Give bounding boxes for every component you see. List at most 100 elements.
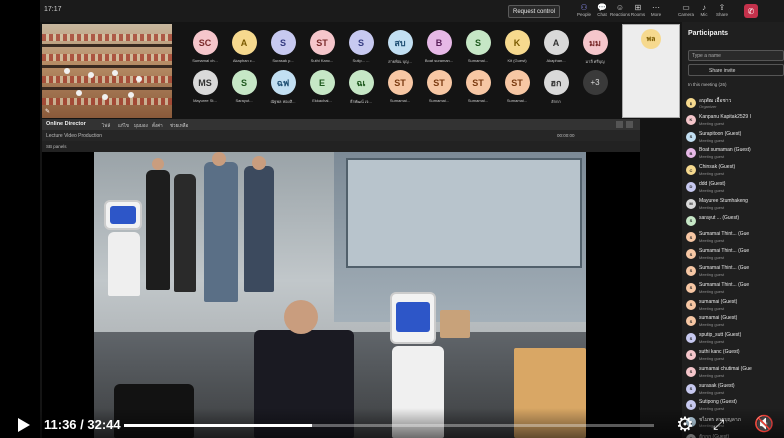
participant-tile[interactable]: MS Mayuree St...: [186, 70, 224, 108]
participant-tile[interactable]: ฉฟ ณัฐพล ฟองสิ...: [264, 70, 302, 108]
minimize-icon[interactable]: [616, 121, 623, 128]
avatar: B: [426, 30, 452, 55]
participant-tile[interactable]: K Kit (Guest): [498, 30, 536, 68]
participant-list-item[interactable]: B Boat sumaman (Guest) Meeting guest: [686, 146, 784, 163]
playback-time: 11:36 / 32:44: [44, 417, 121, 432]
avatar: D: [686, 181, 696, 192]
toolbar-label: People: [576, 12, 591, 17]
video-stage[interactable]: [42, 152, 640, 438]
participant-list-item[interactable]: Dddd (Guest) Meeting guest: [686, 180, 784, 197]
participant-tile[interactable]: ฉเ ธีรพัฒน์ เจ...: [342, 70, 380, 108]
avatar: A: [231, 30, 257, 55]
participant-role: Meeting guest: [699, 389, 725, 395]
participant-tile[interactable]: ST Suthi Kanc...: [303, 30, 341, 68]
avatar: ST: [387, 70, 413, 95]
participant-tile[interactable]: สบ สายพิณ บุญ...: [381, 30, 419, 68]
participant-role: Meeting guest: [699, 137, 725, 143]
participant-name: Suthi Kanc...: [310, 58, 334, 63]
meeting-section-header[interactable]: In this meeting (26): [688, 82, 727, 87]
participant-list-item[interactable]: Ssurasak (Guest) Meeting guest: [686, 382, 784, 399]
toolbar-label: Share: [715, 12, 728, 17]
participant-tile[interactable]: ฮก ฮักกก: [537, 70, 575, 108]
menu-help[interactable]: ช่วยเหลือ: [170, 122, 188, 129]
shared-window-subbar: Lecture Video Production 00:00:00: [42, 130, 640, 141]
avatar: K: [686, 114, 696, 125]
participant-tile[interactable]: E Ekkachai...: [303, 70, 341, 108]
toolbar-people-button[interactable]: ⚇ People: [574, 3, 594, 17]
participant-tile[interactable]: ST Sumamai...: [381, 70, 419, 108]
participant-tile[interactable]: S Sarayut...: [225, 70, 263, 108]
participant-list-item[interactable]: S Sumamai Thint... (Gue Meeting guest: [686, 264, 784, 281]
participant-tile[interactable]: B Boat suraman...: [420, 30, 458, 68]
participant-list-item[interactable]: K Kanpanu Kapitak2529 I Meeting guest: [686, 113, 784, 130]
progress-bar[interactable]: [124, 424, 654, 427]
participant-tile[interactable]: ST Sumamai...: [459, 70, 497, 108]
close-icon[interactable]: [626, 121, 633, 128]
main-video-tile[interactable]: ✎: [42, 24, 172, 118]
participant-tile[interactable]: S Surasak p...: [264, 30, 302, 68]
participant-role: Meeting guest: [699, 288, 725, 294]
toolbar-share-button[interactable]: ⇪ Share: [712, 3, 732, 17]
participant-list-item[interactable]: M Mayuree Stumhakeng Meeting guest: [686, 197, 784, 214]
participant-role: Meeting guest: [699, 120, 725, 126]
avatar: S: [270, 30, 296, 55]
participant-tile[interactable]: A Akaphan...: [537, 30, 575, 68]
camera-icon: ▭: [682, 3, 690, 12]
participant-name: Kit (Guest): [507, 58, 527, 63]
participant-list-item[interactable]: Ssumamai chutimai (Gue Meeting guest: [686, 365, 784, 382]
reactions-icon: ☺: [615, 3, 625, 12]
participant-tile[interactable]: SC Sumamai ch...: [186, 30, 224, 68]
participant-tile[interactable]: มม มาลี ศรีบุญ: [576, 30, 614, 68]
participant-list-item[interactable]: Ssarayut ... (Guest): [686, 214, 784, 231]
more-participants-button[interactable]: +3: [576, 70, 614, 108]
fullscreen-icon[interactable]: ⤢: [713, 416, 724, 433]
participant-list-item[interactable]: ออนุพัฒ เอื้อชาว Organizer: [686, 96, 784, 113]
participant-list-item[interactable]: S Sumamai Thint... (Gue Meeting guest: [686, 247, 784, 264]
participant-list-item[interactable]: Ssumamai (Guest) Meeting guest: [686, 314, 784, 331]
participant-list-item[interactable]: Ssputip_sutt (Guest) Meeting guest: [686, 331, 784, 348]
participant-name: sumamai (Guest): [699, 298, 738, 305]
menu-edit[interactable]: แก้ไข: [118, 122, 129, 129]
play-icon[interactable]: [18, 418, 30, 432]
participant-list-item[interactable]: S Sumamai Thint... (Gue Meeting guest: [686, 281, 784, 298]
participant-list-item[interactable]: S Surapitoon (Guest) Meeting guest: [686, 130, 784, 147]
request-control-button[interactable]: Request control: [508, 5, 560, 18]
toolbar-label: More: [650, 12, 662, 17]
participant-name: sputip_sutt (Guest): [699, 332, 742, 339]
progress-fill: [124, 424, 312, 427]
participant-tile[interactable]: S Sutip... ...: [342, 30, 380, 68]
participant-tile[interactable]: A Akaphan c...: [225, 30, 263, 68]
participant-list-item[interactable]: Ssuthi kanc (Guest) Meeting guest: [686, 348, 784, 365]
participant-name: ณัฐพล ฟองสิ...: [270, 99, 296, 104]
participant-name: Surasak p...: [272, 58, 294, 63]
participant-search-input[interactable]: Type a name: [688, 50, 784, 61]
participant-list-item[interactable]: S Sumamai Thint... (Gue Meeting guest: [686, 230, 784, 247]
participant-list-item[interactable]: C Chinsak (Guest) Meeting guest: [686, 163, 784, 180]
toolbar-mic-button[interactable]: ♪ Mic: [694, 3, 714, 17]
gear-icon[interactable]: ⚙: [676, 412, 694, 437]
toolbar-reactions-button[interactable]: ☺ Reactions: [610, 3, 630, 17]
participant-tile[interactable]: ST Sumamai...: [498, 70, 536, 108]
toolbar-chat-button[interactable]: 💬 Chat: [592, 3, 612, 17]
menu-file[interactable]: ไฟล์: [102, 122, 110, 129]
participant-name: Sumamai...: [467, 58, 489, 63]
avatar: สบ: [387, 30, 413, 55]
participant-tile[interactable]: ST Sumamai...: [420, 70, 458, 108]
toolbar-camera-button[interactable]: ▭ Camera: [676, 3, 696, 17]
avatar: S: [686, 366, 696, 377]
self-video-tile[interactable]: พล: [622, 24, 680, 118]
toolbar-more-button[interactable]: ⋯ More: [646, 3, 666, 17]
leave-button[interactable]: ✆: [744, 4, 758, 18]
participant-name: Boat suraman...: [424, 58, 454, 63]
volume-muted-icon[interactable]: 🔇: [754, 414, 774, 434]
avatar: A: [543, 30, 569, 55]
menu-settings[interactable]: ตั้งค่า: [152, 122, 163, 129]
toolbar-rooms-button[interactable]: ⊞ Rooms: [628, 3, 648, 17]
menu-view[interactable]: มุมมอง: [134, 122, 148, 129]
classroom-video: [94, 152, 586, 438]
source-label-bar: SB panels: [42, 141, 640, 152]
share-invite-button[interactable]: Share invite: [688, 64, 784, 76]
participant-role: Meeting guest: [699, 255, 725, 261]
participant-tile[interactable]: S Sumamai...: [459, 30, 497, 68]
participant-list-item[interactable]: Ssumamai (Guest) Meeting guest: [686, 298, 784, 315]
